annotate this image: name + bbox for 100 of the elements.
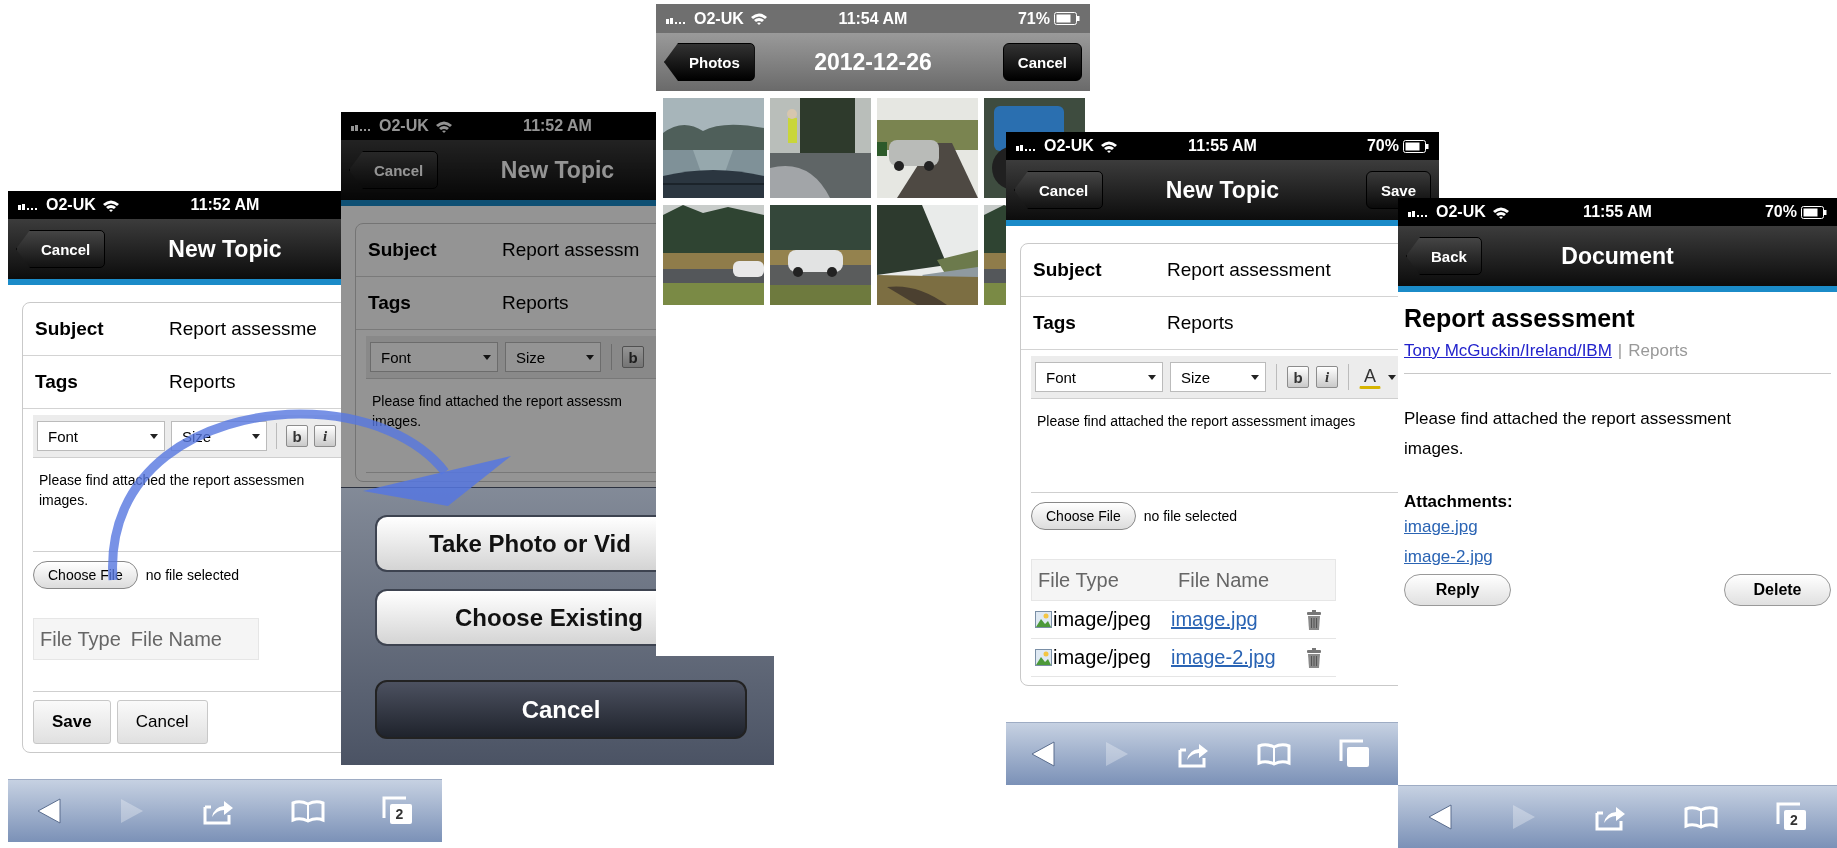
bold-button[interactable]: b: [1287, 366, 1309, 388]
caret-icon: [1251, 374, 1259, 380]
image-file-icon: [1035, 611, 1052, 628]
tabs-icon: [381, 796, 414, 826]
attachment-link[interactable]: image.jpg: [1404, 512, 1478, 542]
table-cell: image/jpeg: [1053, 646, 1151, 669]
caret-icon: [150, 433, 158, 439]
bookmarks-icon[interactable]: [1257, 742, 1292, 766]
sheet-option-button[interactable]: Take Photo or Vid: [375, 515, 656, 572]
screen-title: New Topic: [168, 235, 282, 263]
column-header: File Name: [130, 627, 222, 651]
attachment-link[interactable]: image-2.jpg: [1404, 542, 1493, 572]
bookmarks-icon[interactable]: [290, 799, 325, 823]
battery-icon: [1801, 205, 1827, 219]
screen-title: Document: [1561, 242, 1674, 270]
field-value[interactable]: Report assessment: [1167, 259, 1331, 281]
reply-button[interactable]: Reply: [1404, 574, 1511, 606]
field-value[interactable]: Reports: [1167, 312, 1234, 334]
caret-icon: [252, 433, 260, 439]
caret-icon: [1148, 374, 1156, 380]
cancel-button[interactable]: Cancel: [116, 700, 208, 744]
delete-button[interactable]: Delete: [1724, 574, 1831, 606]
back-button[interactable]: Photos: [664, 43, 755, 81]
status-time: 11:55 AM: [1188, 137, 1257, 155]
caret-icon: [586, 354, 594, 360]
status-time: 11:52 AM: [523, 117, 592, 135]
cancel-button[interactable]: Cancel: [375, 680, 747, 739]
field-label: Subject: [35, 318, 105, 340]
size-select[interactable]: Size: [1170, 362, 1266, 392]
text-color-button[interactable]: A: [1359, 365, 1381, 389]
battery-icon: [1403, 139, 1429, 153]
file-status: no file selected: [145, 567, 240, 583]
separator-text: |: [1617, 341, 1623, 361]
bold-button[interactable]: b: [622, 346, 644, 368]
back-arrow-icon[interactable]: [36, 797, 63, 825]
table-cell: image/jpeg: [1053, 608, 1151, 631]
wifi-icon: [1491, 205, 1510, 219]
document-title: Report assessment: [1404, 304, 1635, 333]
italic-button[interactable]: i: [314, 425, 336, 447]
status-time: 11:55 AM: [1583, 203, 1652, 221]
file-status: no file selected: [1143, 508, 1238, 524]
wifi-icon: [101, 198, 120, 212]
battery-percent: 70%: [1764, 203, 1797, 221]
size-select[interactable]: Size: [505, 342, 601, 372]
carrier-name: O2-UK: [1044, 137, 1094, 155]
field-value[interactable]: Report assessme: [169, 318, 317, 340]
wifi-icon: [1099, 139, 1118, 153]
tabs-button[interactable]: 2: [1776, 802, 1809, 832]
message-text[interactable]: Please find attached the report assessm images.: [372, 391, 622, 431]
screen-title: New Topic: [500, 156, 615, 184]
back-arrow-icon[interactable]: [1426, 803, 1453, 831]
cancel-button[interactable]: Cancel: [1002, 43, 1082, 81]
bookmarks-icon[interactable]: [1684, 805, 1719, 829]
trash-icon[interactable]: [1306, 609, 1322, 630]
field-value[interactable]: Reports: [169, 371, 236, 393]
back-button[interactable]: Back: [1406, 237, 1482, 275]
message-text[interactable]: Please find attached the report assessmen images.: [39, 470, 305, 510]
attachments-label: Attachments:: [1404, 492, 1513, 512]
back-button[interactable]: Cancel: [349, 151, 439, 189]
field-value[interactable]: Reports: [502, 292, 569, 314]
trash-icon[interactable]: [1306, 647, 1322, 668]
carrier-name: O2-UK: [46, 196, 96, 214]
tabs-button[interactable]: [1339, 739, 1372, 769]
wifi-icon: [434, 119, 453, 133]
battery-icon: [1054, 12, 1080, 25]
field-label: Tags: [368, 292, 412, 314]
screen-title: 2012-12-26: [814, 48, 932, 76]
wifi-icon: [749, 12, 768, 25]
tabs-button[interactable]: 2: [381, 796, 414, 826]
field-label: Tags: [35, 371, 79, 393]
back-button[interactable]: Cancel: [1014, 171, 1104, 209]
image-file-icon: [1035, 649, 1052, 666]
sheet-option-button[interactable]: Choose Existing: [375, 589, 656, 646]
screen-title: New Topic: [1165, 176, 1280, 204]
field-label: Subject: [368, 239, 438, 261]
column-header: File Name: [1178, 568, 1271, 592]
battery-percent: 71%: [1017, 9, 1050, 28]
save-button[interactable]: Save: [33, 700, 111, 744]
back-arrow-icon[interactable]: [1029, 740, 1056, 768]
font-select[interactable]: Font: [37, 421, 165, 451]
bold-button[interactable]: b: [286, 425, 308, 447]
file-link[interactable]: image-2.jpg: [1171, 646, 1306, 669]
caret-icon: [483, 354, 491, 360]
status-time: 11:52 AM: [190, 196, 260, 214]
carrier-name: O2-UK: [694, 9, 744, 28]
message-text[interactable]: Please find attached the report assessment images: [1037, 411, 1356, 431]
column-header: File Type: [40, 627, 121, 651]
author-link[interactable]: Tony McGuckin/Ireland/IBM: [1404, 341, 1612, 361]
font-select[interactable]: Font: [370, 342, 498, 372]
battery-percent: 70%: [1366, 137, 1399, 155]
status-time: 11:54 AM: [838, 9, 908, 28]
field-value[interactable]: Report assessm: [502, 239, 640, 261]
column-header: File Type: [1038, 568, 1120, 592]
choose-file-button[interactable]: Choose File: [1031, 502, 1136, 530]
font-select[interactable]: Font: [1035, 362, 1163, 392]
italic-button[interactable]: i: [1316, 366, 1338, 388]
tabs-icon: [1776, 802, 1809, 832]
file-link[interactable]: image.jpg: [1171, 608, 1306, 631]
back-button[interactable]: Cancel: [16, 230, 106, 268]
choose-file-button[interactable]: Choose File: [33, 561, 138, 589]
